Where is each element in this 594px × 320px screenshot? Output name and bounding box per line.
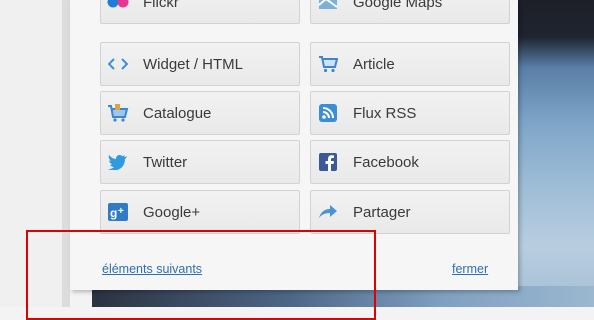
catalogue-icon bbox=[107, 102, 129, 124]
tile-label: Article bbox=[353, 55, 395, 73]
svg-text:g: g bbox=[110, 206, 117, 220]
rss-icon bbox=[317, 102, 339, 124]
tile-label: Twitter bbox=[143, 153, 188, 171]
tile-widget-html[interactable]: Widget / HTML bbox=[100, 42, 300, 86]
background-photo bbox=[515, 0, 594, 307]
widget-picker-panel: Flickr Google Maps Widget / HTML Article… bbox=[70, 0, 518, 290]
tile-partager[interactable]: Partager bbox=[310, 190, 510, 234]
next-items-link[interactable]: éléments suivants bbox=[102, 262, 202, 276]
twitter-icon bbox=[107, 151, 129, 173]
tile-label: Flux RSS bbox=[353, 104, 417, 122]
background-divider bbox=[62, 0, 70, 307]
tile-facebook[interactable]: Facebook bbox=[310, 140, 510, 184]
facebook-icon bbox=[317, 151, 339, 173]
background-left bbox=[0, 0, 70, 307]
cart-icon bbox=[317, 53, 339, 75]
tile-label: Google+ bbox=[143, 203, 201, 221]
share-icon bbox=[317, 201, 339, 223]
tile-article[interactable]: Article bbox=[310, 42, 510, 86]
tile-label: Partager bbox=[353, 203, 411, 221]
tile-flux-rss[interactable]: Flux RSS bbox=[310, 91, 510, 135]
tile-twitter[interactable]: Twitter bbox=[100, 140, 300, 184]
close-link[interactable]: fermer bbox=[452, 262, 488, 276]
tile-catalogue[interactable]: Catalogue bbox=[100, 91, 300, 135]
tile-flickr[interactable]: Flickr bbox=[100, 0, 300, 24]
tile-label: Facebook bbox=[353, 153, 419, 171]
tile-label: Widget / HTML bbox=[143, 55, 244, 73]
google-maps-icon bbox=[317, 0, 339, 13]
tile-google-maps[interactable]: Google Maps bbox=[310, 0, 510, 24]
tile-label: Catalogue bbox=[143, 104, 212, 122]
code-icon bbox=[107, 53, 129, 75]
google-plus-icon: g + bbox=[107, 201, 129, 223]
flickr-icon bbox=[107, 0, 129, 13]
tile-label: Google Maps bbox=[353, 0, 443, 11]
svg-text:+: + bbox=[118, 206, 124, 217]
tile-label: Flickr bbox=[143, 0, 179, 11]
tile-google-plus[interactable]: g + Google+ bbox=[100, 190, 300, 234]
